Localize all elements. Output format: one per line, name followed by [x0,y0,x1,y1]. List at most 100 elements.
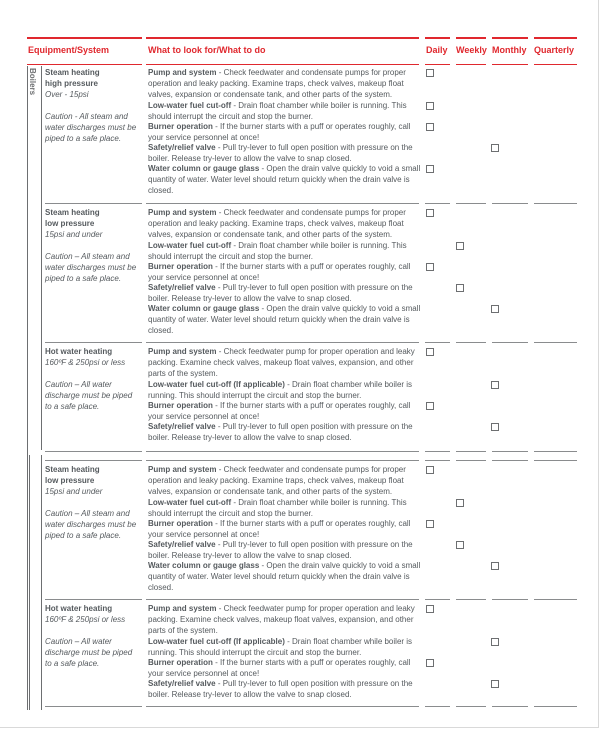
equipment-spec: Over - 15psi [45,90,89,99]
row-divider [534,342,577,343]
checkbox-monthly[interactable] [491,680,499,688]
header-quarterly: Quarterly [534,45,575,55]
checkbox-daily[interactable] [426,69,434,77]
equipment-caution: Caution – All water discharge must be pi… [45,380,133,411]
task-item: Low-water fuel cut-off (If applicable) -… [148,379,423,401]
checkbox-daily[interactable] [426,209,434,217]
group-bar [27,66,28,710]
task-item: Safety/relief valve - Pull try-lever to … [148,282,423,304]
row-divider [534,460,577,461]
equipment-spec: 160ºF & 250psi or less [45,615,126,624]
equipment-spec: 160ºF & 250psi or less [45,358,126,367]
row-divider [492,451,528,452]
task-name: Burner operation [148,122,213,131]
task-item: Low-water fuel cut-off - Drain float cha… [148,100,423,122]
header-rule [456,37,486,39]
task-name: Low-water fuel cut-off (If applicable) [148,380,285,389]
header-rule [534,37,577,39]
checkbox-weekly[interactable] [456,541,464,549]
equipment-title: Hot water heating [45,604,113,613]
group-bar [29,455,30,710]
group-bar [41,455,42,710]
header-rule [492,64,528,65]
checkbox-daily[interactable] [426,102,434,110]
header-rule [534,64,577,65]
checkbox-daily[interactable] [426,659,434,667]
task-name: Pump and system [148,347,217,356]
checkbox-monthly[interactable] [491,562,499,570]
equipment-subtitle: low pressure [45,476,95,485]
row-divider [146,460,419,461]
equipment-caution: Caution – All steam and water discharges… [45,252,137,283]
row-divider [45,460,142,461]
task-name: Burner operation [148,262,213,271]
row-divider [425,451,450,452]
checkbox-monthly[interactable] [491,305,499,313]
checkbox-daily[interactable] [426,605,434,613]
equipment-title: Steam heating [45,208,100,217]
task-item: Water column or gauge glass - Open the d… [148,303,423,336]
equipment-subtitle: high pressure [45,79,98,88]
header-rule [456,64,486,65]
checkbox-monthly[interactable] [491,144,499,152]
task-name: Low-water fuel cut-off [148,241,232,250]
row-divider [425,342,450,343]
checkbox-daily[interactable] [426,348,434,356]
task-item: Burner operation - If the burner starts … [148,121,423,143]
task-item: Pump and system - Check feedwater pump f… [148,346,423,379]
task-item: Low-water fuel cut-off - Drain float cha… [148,497,423,519]
task-name: Burner operation [148,401,213,410]
task-name: Low-water fuel cut-off [148,498,232,507]
row-divider [456,451,486,452]
row-divider [425,599,450,600]
task-name: Safety/relief valve [148,679,216,688]
task-name: Safety/relief valve [148,540,216,549]
checkbox-weekly[interactable] [456,499,464,507]
row-divider [492,706,528,707]
task-item: Pump and system - Check feedwater pump f… [148,603,423,636]
task-name: Pump and system [148,465,217,474]
row-divider [534,599,577,600]
task-name: Low-water fuel cut-off (If applicable) [148,637,285,646]
task-name: Water column or gauge glass [148,561,260,570]
header-rule [425,37,450,39]
group-bar [41,66,42,450]
header-daily: Daily [426,45,448,55]
checkbox-daily[interactable] [426,165,434,173]
row-divider [45,706,142,707]
equipment-cell: Hot water heating 160ºF & 250psi or less C… [45,346,140,412]
checkbox-daily[interactable] [426,263,434,271]
checkbox-weekly[interactable] [456,284,464,292]
row-divider [534,706,577,707]
task-item: Safety/relief valve - Pull try-lever to … [148,421,423,443]
checkbox-daily[interactable] [426,520,434,528]
header-rule [425,64,450,65]
checkbox-monthly[interactable] [491,381,499,389]
equipment-caution: Caution - All steam and water discharges… [45,112,137,143]
task-name: Water column or gauge glass [148,304,260,313]
checkbox-daily[interactable] [426,123,434,131]
task-item: Safety/relief valve - Pull try-lever to … [148,539,423,561]
checkbox-daily[interactable] [426,466,434,474]
equipment-cell: Steam heating low pressure 15psi and under… [45,464,140,541]
task-name: Burner operation [148,658,213,667]
checkbox-monthly[interactable] [491,638,499,646]
header-what-to-do: What to look for/What to do [148,45,266,55]
checkbox-monthly[interactable] [491,423,499,431]
row-divider [45,451,142,452]
header-rule [146,64,419,65]
header-rule [146,37,419,39]
task-item: Safety/relief valve - Pull try-lever to … [148,678,423,700]
row-divider [456,460,486,461]
task-name: Burner operation [148,519,213,528]
row-divider [492,203,528,204]
task-item: Pump and system - Check feedwater and co… [148,207,423,240]
checkbox-weekly[interactable] [456,242,464,250]
row-divider [492,599,528,600]
row-divider [534,451,577,452]
task-item: Pump and system - Check feedwater and co… [148,67,423,100]
row-divider [425,706,450,707]
row-divider [45,342,142,343]
checkbox-daily[interactable] [426,402,434,410]
row-divider [425,460,450,461]
